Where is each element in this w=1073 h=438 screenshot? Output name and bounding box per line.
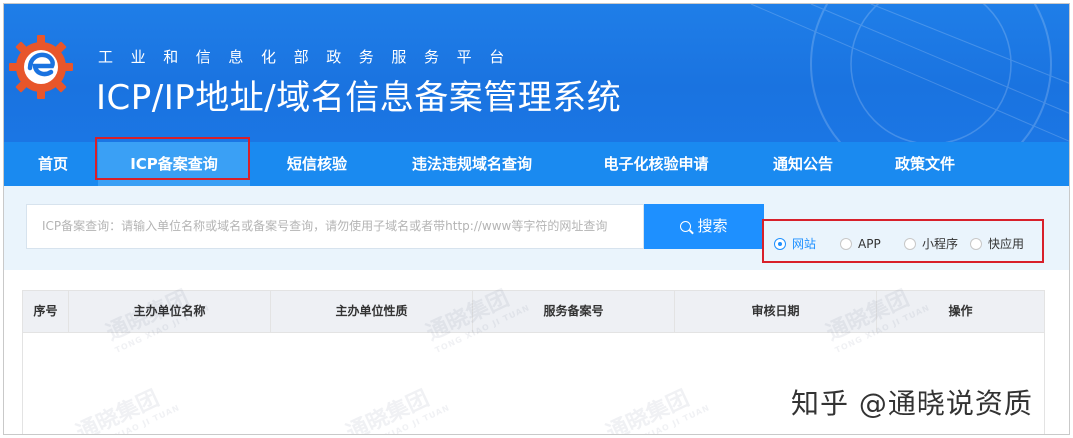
site-header: 工业和信息化部政务服务平台 ICP/IP地址/域名信息备案管理系统	[4, 4, 1069, 142]
table-header: 序号 主办单位名称 主办单位性质 服务备案号 审核日期 操作	[23, 290, 1044, 333]
nav-item-e-verify-apply[interactable]: 电子化核验申请	[586, 142, 726, 186]
site-subtitle: 工业和信息化部政务服务平台	[98, 48, 522, 66]
col-org-name: 主办单位名称	[69, 291, 271, 332]
highlight-box-nav	[95, 137, 250, 180]
search-button-label: 搜索	[697, 217, 728, 235]
nav-item-illegal-domain-query[interactable]: 违法违规域名查询	[397, 142, 547, 186]
search-input[interactable]: ICP备案查询：请输入单位名称或域名或备案号查询，请勿使用子域名或者带http:…	[26, 204, 644, 249]
miit-logo-icon	[9, 35, 73, 99]
highlight-box-type-filter	[762, 219, 1044, 263]
credit-watermark: 知乎 @通晓说资质	[791, 387, 1033, 420]
search-icon	[680, 221, 692, 232]
nav-item-home[interactable]: 首页	[18, 142, 88, 186]
site-title: ICP/IP地址/域名信息备案管理系统	[96, 78, 622, 118]
col-actions: 操作	[948, 304, 973, 318]
nav-item-policy-docs[interactable]: 政策文件	[882, 142, 968, 186]
nav-item-notices[interactable]: 通知公告	[760, 142, 846, 186]
nav-item-sms-verify[interactable]: 短信核验	[269, 142, 365, 186]
col-org-type: 主办单位性质	[271, 291, 473, 332]
col-review-date: 审核日期	[675, 291, 877, 332]
col-index: 序号	[23, 291, 69, 332]
search-button[interactable]: 搜索	[644, 204, 764, 249]
header-decoration	[750, 4, 1069, 142]
col-license-no: 服务备案号	[473, 291, 675, 332]
